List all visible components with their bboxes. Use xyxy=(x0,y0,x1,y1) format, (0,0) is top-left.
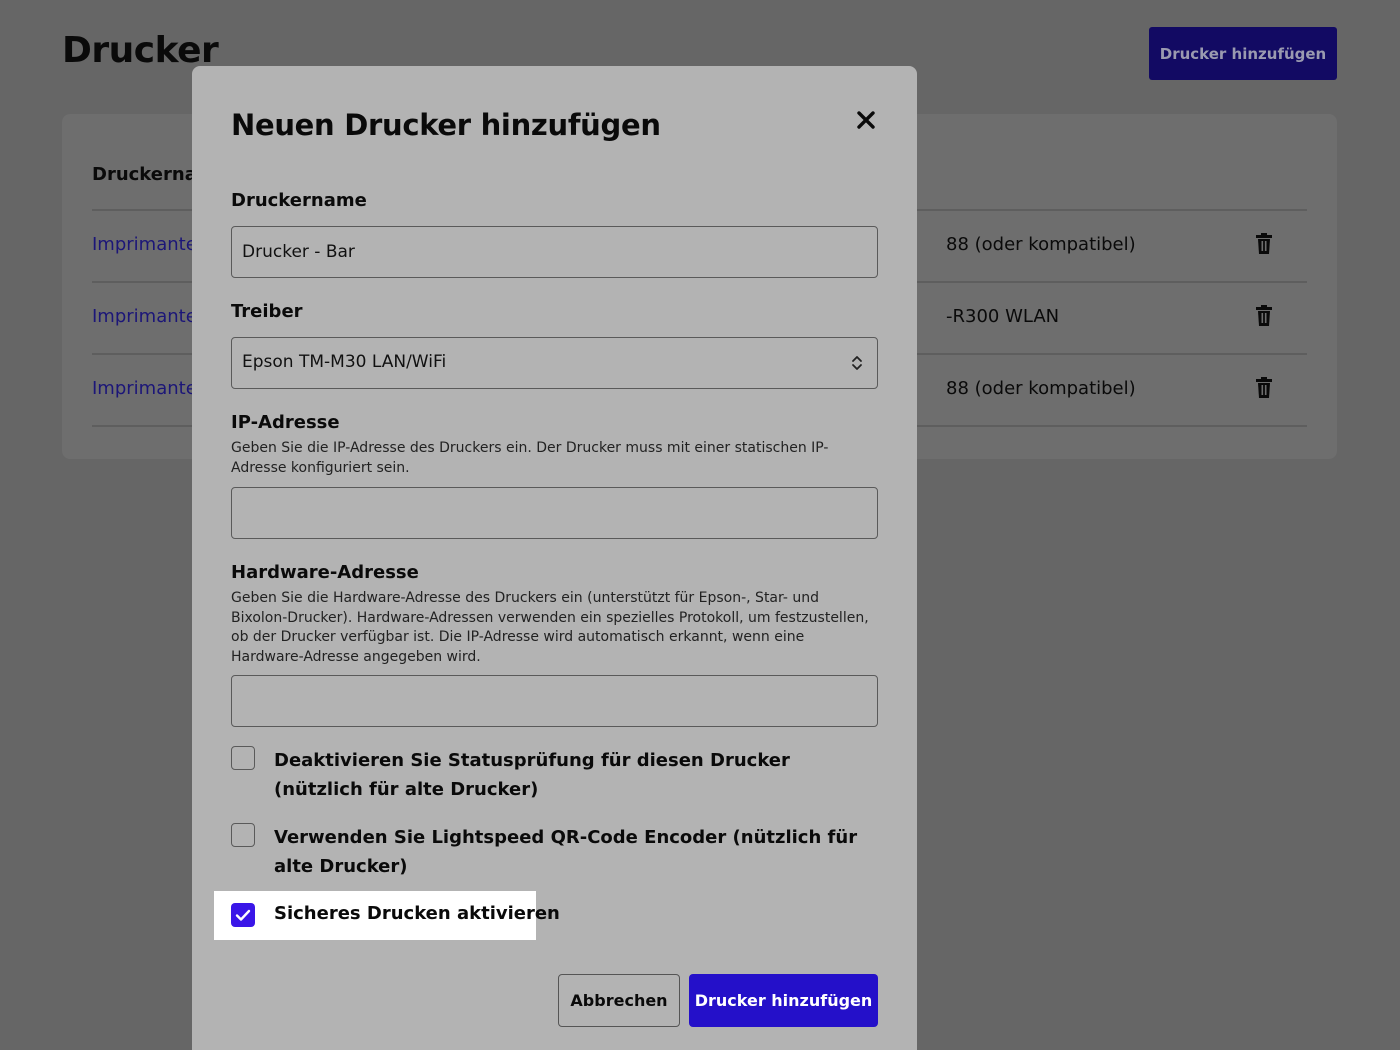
ip-address-input[interactable] xyxy=(231,487,878,539)
trash-icon[interactable] xyxy=(1255,377,1273,399)
hardware-address-help: Geben Sie die Hardware-Adresse des Druck… xyxy=(231,590,869,665)
disable-status-check-checkbox[interactable] xyxy=(231,746,255,770)
add-printer-button[interactable]: Drucker hinzufügen xyxy=(1149,27,1337,80)
disable-status-check-option[interactable]: Deaktivieren Sie Statusprüfung für diese… xyxy=(231,746,871,806)
ip-address-label: IP-Adresse xyxy=(231,412,340,433)
qr-encoder-checkbox[interactable] xyxy=(231,823,255,847)
hardware-address-label: Hardware-Adresse xyxy=(231,562,419,583)
printer-name-link[interactable]: Imprimante xyxy=(92,306,197,327)
printer-name-link[interactable]: Imprimante xyxy=(92,234,197,255)
submit-add-printer-button[interactable]: Drucker hinzufügen xyxy=(689,974,878,1027)
printer-name-link[interactable]: Imprimante xyxy=(92,378,197,399)
printer-name-input[interactable] xyxy=(231,226,878,278)
printer-name-label: Druckername xyxy=(231,190,367,211)
qr-encoder-label: Verwenden Sie Lightspeed QR-Code Encoder… xyxy=(274,827,858,877)
driver-select[interactable]: Epson TM-M30 LAN/WiFi xyxy=(231,337,878,389)
secure-printing-label: Sicheres Drucken aktivieren xyxy=(274,903,560,924)
trash-icon[interactable] xyxy=(1255,233,1273,255)
page-title: Drucker xyxy=(62,30,219,71)
close-icon xyxy=(857,111,875,129)
cancel-button[interactable]: Abbrechen xyxy=(558,974,680,1027)
driver-select-value: Epson TM-M30 LAN/WiFi xyxy=(242,352,447,372)
trash-icon[interactable] xyxy=(1255,305,1273,327)
chevron-updown-icon xyxy=(852,356,862,370)
disable-status-check-label: Deaktivieren Sie Statusprüfung für diese… xyxy=(274,750,790,800)
printer-driver: 88 (oder kompatibel) xyxy=(946,378,1136,399)
secure-printing-checkbox[interactable] xyxy=(231,903,255,927)
dialog-title: Neuen Drucker hinzufügen xyxy=(231,108,661,142)
printer-driver: -R300 WLAN xyxy=(946,306,1060,327)
qr-encoder-option[interactable]: Verwenden Sie Lightspeed QR-Code Encoder… xyxy=(231,823,871,883)
hardware-address-input[interactable] xyxy=(231,675,878,727)
printer-driver: 88 (oder kompatibel) xyxy=(946,234,1136,255)
ip-address-help: Geben Sie die IP-Adresse des Druckers ei… xyxy=(231,440,829,476)
check-icon xyxy=(235,909,251,921)
printers-page: Drucker Drucker hinzufügen Druckernan Im… xyxy=(0,0,1400,1050)
driver-label: Treiber xyxy=(231,301,303,322)
close-button[interactable] xyxy=(852,106,880,134)
